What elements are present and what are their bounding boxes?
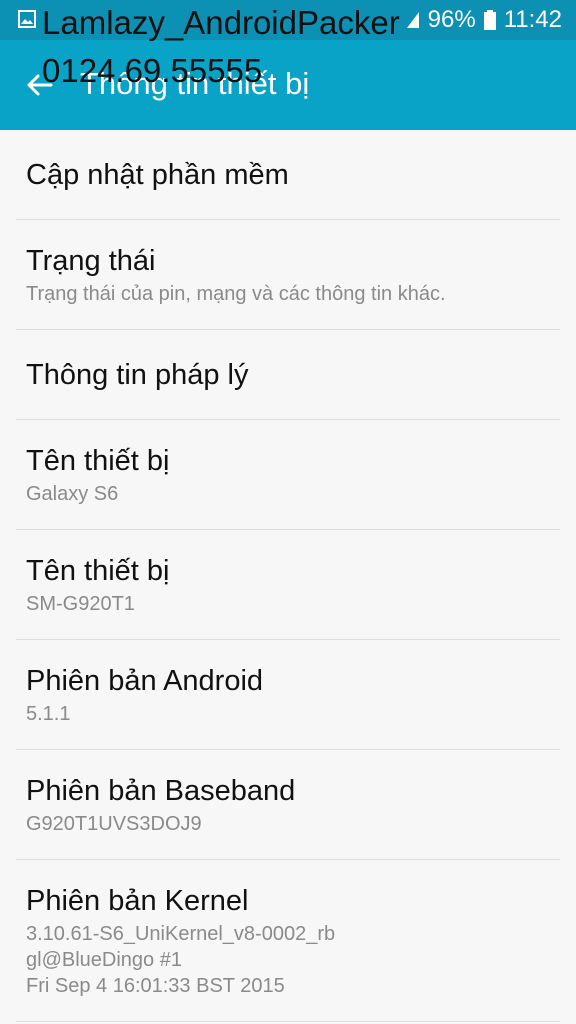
item-title: Trạng thái (26, 245, 156, 277)
item-title: Phiên bản Baseband (26, 775, 296, 807)
item-subtitle: 3.10.61-S6_UniKernel_v8-0002_rb gl@BlueD… (26, 923, 336, 997)
battery-icon (483, 10, 496, 30)
item-subtitle: G920T1UVS3DOJ9 (26, 813, 202, 835)
list-item-model[interactable]: Tên thiết bị SM-G920T1 (16, 530, 560, 640)
settings-list: Cập nhật phần mềm Trạng thái Trạng thái … (0, 130, 576, 1022)
list-item-device-name[interactable]: Tên thiết bị Galaxy S6 (16, 420, 560, 530)
list-item-software-update[interactable]: Cập nhật phần mềm (16, 130, 560, 220)
list-item-android-version[interactable]: Phiên bản Android 5.1.1 (16, 640, 560, 750)
image-notification-icon (18, 10, 36, 28)
list-item-baseband-version[interactable]: Phiên bản Baseband G920T1UVS3DOJ9 (16, 750, 560, 860)
list-item-status[interactable]: Trạng thái Trạng thái của pin, mạng và c… (16, 220, 560, 330)
item-title: Phiên bản Kernel (26, 885, 249, 917)
item-title: Phiên bản Android (26, 665, 264, 697)
clock: 11:42 (503, 6, 562, 33)
item-title: Cập nhật phần mềm (26, 159, 289, 191)
list-item-kernel-version[interactable]: Phiên bản Kernel 3.10.61-S6_UniKernel_v8… (16, 860, 560, 1022)
item-subtitle: 5.1.1 (26, 703, 71, 725)
item-title: Tên thiết bị (26, 555, 170, 587)
watermark-line-1: Lamlazy_AndroidPacker (42, 4, 400, 41)
item-subtitle: SM-G920T1 (26, 593, 135, 615)
list-item-legal[interactable]: Thông tin pháp lý (16, 330, 560, 420)
watermark-line-2: 0124.69.55555 (42, 52, 263, 89)
item-title: Thông tin pháp lý (26, 359, 249, 391)
item-title: Tên thiết bị (26, 445, 170, 477)
item-subtitle: Trạng thái của pin, mạng và các thông ti… (26, 283, 446, 305)
item-subtitle: Galaxy S6 (26, 483, 119, 505)
